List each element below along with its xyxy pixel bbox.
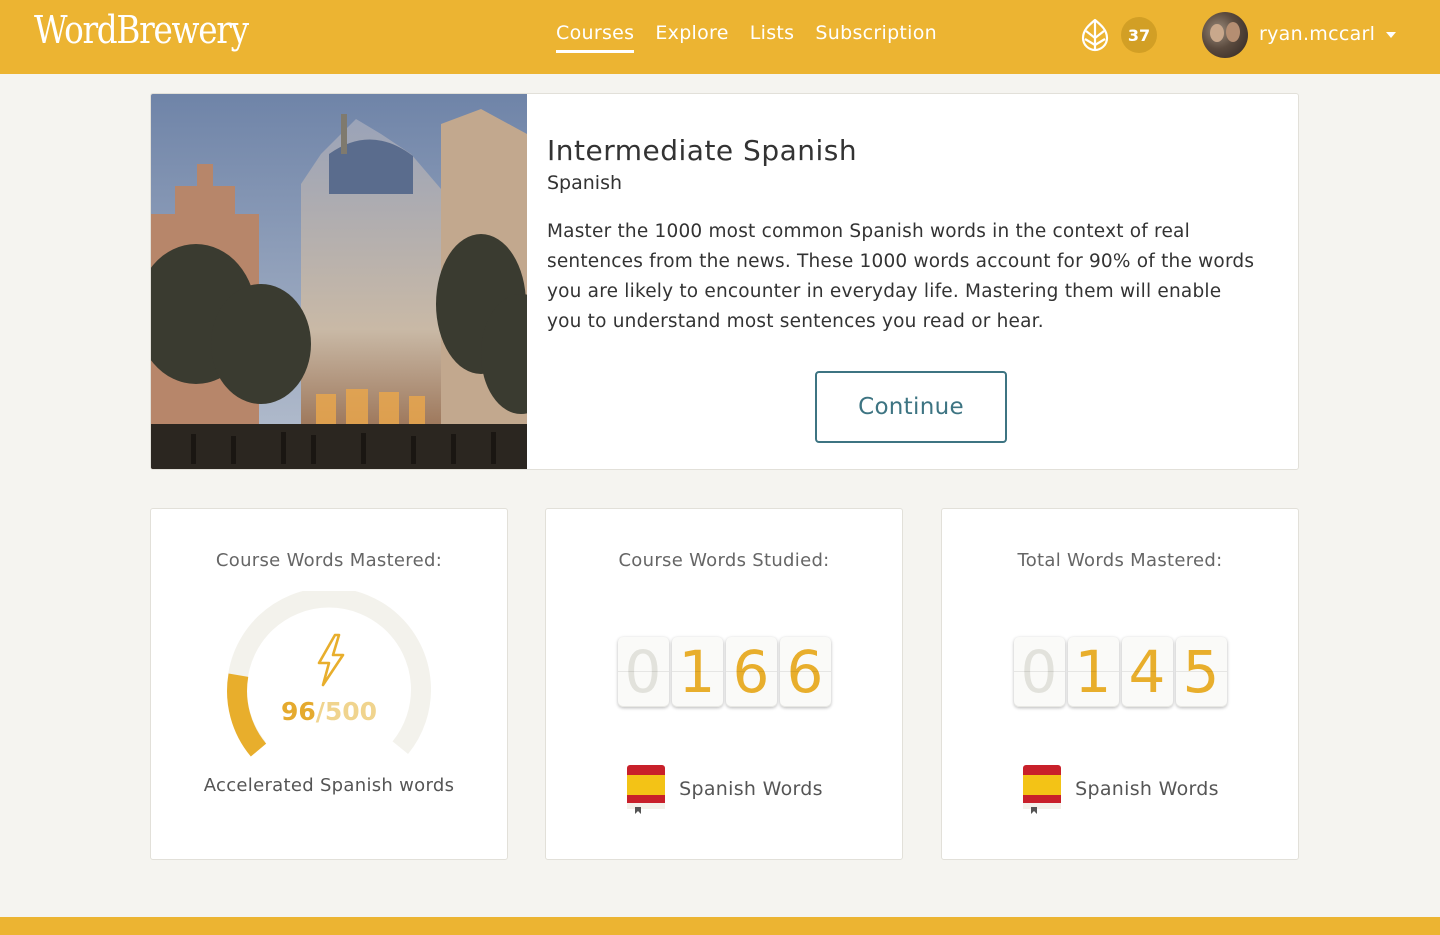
main-nav: Courses Explore Lists Subscription bbox=[556, 22, 937, 53]
hop-icon[interactable] bbox=[1079, 17, 1111, 53]
wordlist-label[interactable]: Spanish Words bbox=[1075, 778, 1219, 800]
spanish-book-icon bbox=[1023, 765, 1062, 814]
wordlist-label[interactable]: Spanish Words bbox=[679, 778, 823, 800]
stat-title: Course Words Mastered: bbox=[215, 550, 443, 571]
username[interactable]: ryan.mccarl bbox=[1259, 23, 1375, 45]
course-image-casa-batllo bbox=[151, 94, 527, 469]
hops-count-badge[interactable]: 37 bbox=[1121, 17, 1157, 53]
counter-digit: 0 bbox=[1013, 637, 1065, 707]
nav-explore[interactable]: Explore bbox=[655, 22, 728, 53]
counter-digit: 1 bbox=[671, 637, 723, 707]
nav-subscription[interactable]: Subscription bbox=[815, 22, 937, 53]
course-words-studied-card: Course Words Studied: 0 1 6 6 Spanish Wo… bbox=[545, 508, 903, 860]
mastered-total: /500 bbox=[315, 697, 378, 726]
stat-title: Total Words Mastered: bbox=[1017, 550, 1223, 571]
wordbrewery-logo[interactable]: WordBrewery bbox=[34, 8, 249, 52]
nav-lists[interactable]: Lists bbox=[750, 22, 795, 53]
counter-digit: 5 bbox=[1175, 637, 1227, 707]
total-counter: 0 1 4 5 bbox=[942, 637, 1298, 707]
course-words-mastered-card: Course Words Mastered: 96/500 Accelerate… bbox=[150, 508, 508, 860]
mastered-value: 96 bbox=[280, 697, 316, 726]
mastered-count: 96/500 bbox=[151, 697, 507, 726]
counter-digit: 6 bbox=[779, 637, 831, 707]
lightning-icon bbox=[317, 633, 345, 687]
counter-digit: 6 bbox=[725, 637, 777, 707]
total-words-mastered-card: Total Words Mastered: 0 1 4 5 Spanish Wo… bbox=[941, 508, 1299, 860]
nav-courses[interactable]: Courses bbox=[556, 22, 635, 53]
user-avatar[interactable] bbox=[1202, 12, 1248, 58]
course-language: Spanish bbox=[547, 172, 623, 194]
continue-button[interactable]: Continue bbox=[815, 371, 1007, 443]
chevron-down-icon[interactable] bbox=[1386, 32, 1396, 38]
studied-counter: 0 1 6 6 bbox=[546, 637, 902, 707]
stat-title: Course Words Studied: bbox=[618, 550, 830, 571]
wordlist-link[interactable]: Spanish Words bbox=[546, 763, 902, 815]
top-navigation-bar: WordBrewery Courses Explore Lists Subscr… bbox=[0, 0, 1440, 74]
counter-digit: 0 bbox=[617, 637, 669, 707]
wordlist-link[interactable]: Spanish Words bbox=[942, 763, 1298, 815]
spanish-book-icon bbox=[627, 765, 666, 814]
course-list-name: Accelerated Spanish words bbox=[203, 775, 455, 796]
mastery-gauge bbox=[227, 591, 431, 757]
course-title: Intermediate Spanish bbox=[547, 134, 858, 167]
footer-bar bbox=[0, 917, 1440, 935]
counter-digit: 1 bbox=[1067, 637, 1119, 707]
course-description: Master the 1000 most common Spanish word… bbox=[547, 221, 1255, 332]
course-card: Intermediate Spanish Spanish Master the … bbox=[150, 93, 1299, 470]
counter-digit: 4 bbox=[1121, 637, 1173, 707]
